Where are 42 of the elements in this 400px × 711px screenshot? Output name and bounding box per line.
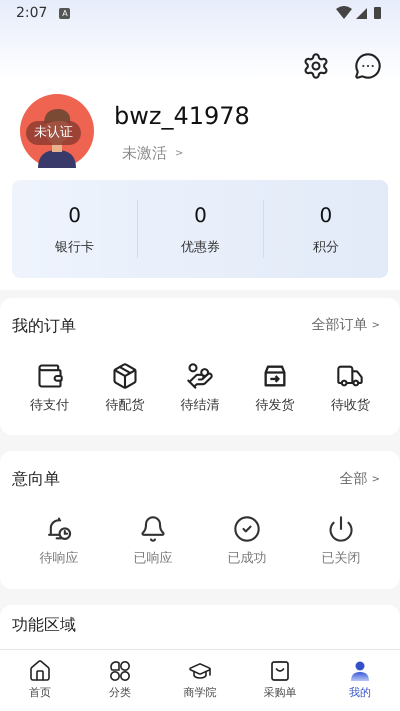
box-icon [110, 362, 139, 390]
stat-label: 优惠券 [180, 239, 220, 257]
username: bwz_41978 [114, 100, 250, 132]
notification-icon: A [59, 8, 70, 18]
stat-label: 银行卡 [55, 239, 94, 257]
activation-link[interactable]: 未激活 > [114, 142, 250, 164]
order-item[interactable]: 待配货 [87, 362, 162, 415]
power-icon [327, 515, 355, 543]
section-title: 意向单 [12, 468, 60, 490]
wallet-icon [36, 362, 64, 390]
stat-value: 0 [68, 202, 82, 229]
bag-icon [268, 659, 292, 684]
status-icons [336, 6, 384, 20]
stat-label: 积分 [312, 239, 339, 257]
stat-value: 0 [194, 202, 207, 229]
hand-coin-icon [186, 362, 214, 390]
order-item[interactable]: 待支付 [12, 362, 88, 415]
tab-item[interactable]: 首页 [0, 650, 80, 711]
grid-icon [108, 659, 132, 684]
section-title: 我的订单 [12, 314, 76, 336]
bell-icon [139, 515, 167, 543]
order-item[interactable]: 待发货 [238, 362, 313, 415]
status-time: 2:07 [16, 4, 48, 22]
tab-item[interactable]: 分类 [80, 650, 160, 711]
tab-item[interactable]: 商学院 [160, 650, 240, 711]
home-icon [28, 659, 52, 684]
tab-item[interactable]: 采购单 [240, 650, 320, 711]
intent-item[interactable]: 待响应 [12, 515, 106, 568]
person-icon [348, 659, 372, 684]
check-circle-icon [233, 515, 261, 543]
intent-item[interactable]: 已成功 [200, 515, 294, 568]
tab-item[interactable]: 我的 [320, 650, 400, 711]
intent-item[interactable]: 已关闭 [294, 515, 388, 568]
order-item[interactable]: 待收货 [312, 362, 388, 415]
section-title: 功能区域 [12, 614, 76, 634]
intent-item[interactable]: 已响应 [106, 515, 200, 568]
order-item[interactable]: 待结清 [162, 362, 238, 415]
bell-clock-icon [45, 515, 73, 543]
unverified-badge: 未认证 [26, 121, 81, 144]
view-all-link[interactable]: 全部订单 > [312, 315, 388, 336]
view-all-link[interactable]: 全部 > [340, 468, 388, 490]
stat-value: 0 [319, 202, 332, 229]
